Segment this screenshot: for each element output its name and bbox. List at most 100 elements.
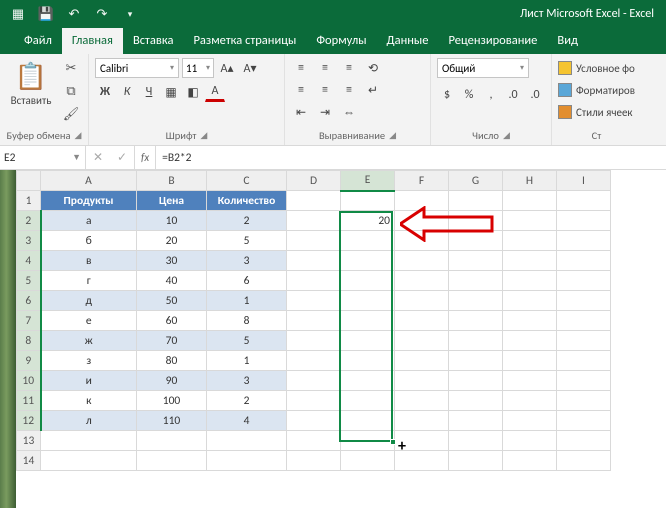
cell[interactable] <box>557 391 611 411</box>
cell[interactable] <box>503 351 557 371</box>
cell[interactable]: Цена <box>137 191 207 211</box>
cell[interactable] <box>449 411 503 431</box>
dialog-launcher-icon[interactable]: ◢ <box>200 130 207 141</box>
cell-styles-button[interactable]: Стили ячеек <box>558 102 633 122</box>
cell[interactable]: Продукты <box>41 191 137 211</box>
decrease-font-icon[interactable]: A▾ <box>240 58 260 78</box>
cell[interactable]: 2 <box>207 211 287 231</box>
cell[interactable]: 2 <box>207 391 287 411</box>
enter-formula-icon[interactable]: ✓ <box>110 150 134 165</box>
cell[interactable] <box>503 311 557 331</box>
dialog-launcher-icon[interactable]: ◢ <box>75 130 82 141</box>
undo-icon[interactable]: ↶ <box>64 4 84 24</box>
row-header-13[interactable]: 13 <box>17 431 41 451</box>
paste-button[interactable]: 📋 Вставить <box>6 58 56 109</box>
cell[interactable] <box>557 291 611 311</box>
cell[interactable] <box>395 271 449 291</box>
col-header-B[interactable]: B <box>137 171 207 191</box>
cell[interactable] <box>503 271 557 291</box>
accounting-format-icon[interactable]: $ <box>437 85 457 105</box>
row-header-14[interactable]: 14 <box>17 451 41 471</box>
cell[interactable] <box>287 431 341 451</box>
cell[interactable] <box>503 431 557 451</box>
cell[interactable] <box>503 451 557 471</box>
cell[interactable] <box>341 431 395 451</box>
cell[interactable]: з <box>41 351 137 371</box>
tab-view[interactable]: Вид <box>547 28 588 54</box>
cell[interactable] <box>341 251 395 271</box>
cell[interactable]: е <box>41 311 137 331</box>
cell[interactable] <box>395 371 449 391</box>
wrap-text-icon[interactable]: ↵ <box>363 80 383 100</box>
bold-button[interactable]: Ж <box>95 82 115 102</box>
cell[interactable]: 20 <box>137 231 207 251</box>
cell[interactable] <box>395 411 449 431</box>
cell[interactable] <box>557 411 611 431</box>
cell[interactable] <box>137 451 207 471</box>
cell[interactable] <box>341 371 395 391</box>
tab-review[interactable]: Рецензирование <box>438 28 547 54</box>
cell[interactable]: 5 <box>207 331 287 351</box>
cell[interactable] <box>449 431 503 451</box>
cell[interactable]: и <box>41 371 137 391</box>
row-header-7[interactable]: 7 <box>17 311 41 331</box>
orientation-icon[interactable]: ⟲ <box>363 58 383 78</box>
cell[interactable] <box>341 231 395 251</box>
increase-decimal-icon[interactable]: .0 <box>503 85 523 105</box>
cell[interactable]: 5 <box>207 231 287 251</box>
cell[interactable]: 10 <box>137 211 207 231</box>
fill-handle[interactable] <box>390 439 396 445</box>
col-header-H[interactable]: H <box>503 171 557 191</box>
cell[interactable] <box>395 291 449 311</box>
cut-button[interactable]: ✂ <box>60 58 82 78</box>
comma-format-icon[interactable]: , <box>481 85 501 105</box>
name-box-dropdown-icon[interactable]: ▼ <box>72 152 81 163</box>
formula-input[interactable]: =B2*2 <box>156 146 666 169</box>
align-middle-icon[interactable]: ≡ <box>315 58 335 78</box>
cell[interactable]: 40 <box>137 271 207 291</box>
cell[interactable] <box>557 191 611 211</box>
cell[interactable]: г <box>41 271 137 291</box>
cell[interactable]: б <box>41 231 137 251</box>
cell[interactable]: 8 <box>207 311 287 331</box>
fill-color-button[interactable]: ◧ <box>183 82 203 102</box>
redo-icon[interactable]: ↷ <box>92 4 112 24</box>
decrease-indent-icon[interactable]: ⇤ <box>291 102 311 122</box>
row-header-10[interactable]: 10 <box>17 371 41 391</box>
tab-file[interactable]: Файл <box>14 28 62 54</box>
cell[interactable]: 50 <box>137 291 207 311</box>
cell[interactable] <box>41 431 137 451</box>
cell[interactable]: 80 <box>137 351 207 371</box>
cell[interactable] <box>341 311 395 331</box>
cell[interactable] <box>503 331 557 351</box>
cell[interactable] <box>449 371 503 391</box>
cell[interactable]: а <box>41 211 137 231</box>
cell[interactable]: 110 <box>137 411 207 431</box>
cell[interactable] <box>207 431 287 451</box>
border-button[interactable]: ▦ <box>161 82 181 102</box>
col-header-C[interactable]: C <box>207 171 287 191</box>
number-format-combo[interactable]: Общий▾ <box>437 58 529 78</box>
row-header-8[interactable]: 8 <box>17 331 41 351</box>
increase-font-icon[interactable]: A▴ <box>217 58 237 78</box>
cell[interactable]: 30 <box>137 251 207 271</box>
font-name-combo[interactable]: Calibri▾ <box>95 58 179 78</box>
cell[interactable] <box>449 351 503 371</box>
tab-pagelayout[interactable]: Разметка страницы <box>183 28 306 54</box>
cell[interactable] <box>395 251 449 271</box>
row-header-11[interactable]: 11 <box>17 391 41 411</box>
font-size-combo[interactable]: 11▾ <box>182 58 214 78</box>
cell[interactable] <box>287 231 341 251</box>
cell[interactable] <box>287 271 341 291</box>
cell[interactable]: 6 <box>207 271 287 291</box>
align-right-icon[interactable]: ≡ <box>339 80 359 100</box>
cell[interactable] <box>287 211 341 231</box>
cell[interactable]: Количество <box>207 191 287 211</box>
cell[interactable]: 20 <box>341 211 395 231</box>
cell[interactable] <box>395 351 449 371</box>
cell[interactable] <box>395 391 449 411</box>
increase-indent-icon[interactable]: ⇥ <box>315 102 335 122</box>
cell[interactable]: 4 <box>207 411 287 431</box>
cell[interactable] <box>449 311 503 331</box>
cell[interactable] <box>503 371 557 391</box>
